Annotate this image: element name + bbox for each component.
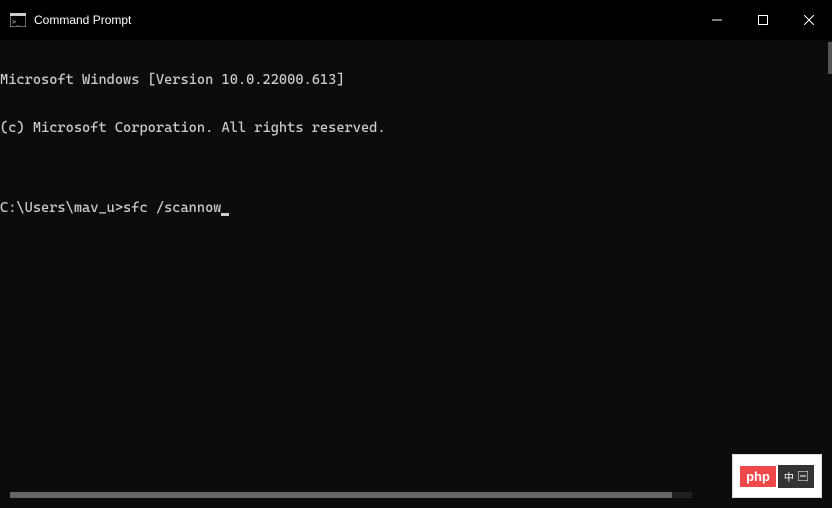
output-line: (c) Microsoft Corporation. All rights re… xyxy=(0,120,832,136)
window-controls xyxy=(694,0,832,40)
app-icon: >_ xyxy=(10,12,26,28)
watermark-text-red: php xyxy=(740,466,776,487)
watermark-badge: php 中 xyxy=(732,454,822,498)
command-prompt-window: >_ Command Prompt Microsoft Windows [Ver… xyxy=(0,0,832,508)
horizontal-scrollbar[interactable] xyxy=(10,492,692,498)
terminal-area[interactable]: Microsoft Windows [Version 10.0.22000.61… xyxy=(0,40,832,508)
close-button[interactable] xyxy=(786,0,832,40)
output-line: Microsoft Windows [Version 10.0.22000.61… xyxy=(0,72,832,88)
svg-text:>_: >_ xyxy=(12,18,21,26)
watermark-text-dark: 中 xyxy=(778,465,814,488)
command-text: sfc /scannow xyxy=(123,200,221,216)
minimize-button[interactable] xyxy=(694,0,740,40)
cursor-icon xyxy=(221,213,229,216)
scrollbar-thumb[interactable] xyxy=(10,492,672,498)
watermark-icon xyxy=(798,471,808,481)
maximize-button[interactable] xyxy=(740,0,786,40)
titlebar[interactable]: >_ Command Prompt xyxy=(0,0,832,40)
prompt-line: C:\Users\mav_u>sfc /scannow xyxy=(0,200,832,216)
window-title: Command Prompt xyxy=(34,13,131,27)
vertical-scrollbar[interactable] xyxy=(828,42,832,74)
prompt-text: C:\Users\mav_u> xyxy=(0,200,123,216)
